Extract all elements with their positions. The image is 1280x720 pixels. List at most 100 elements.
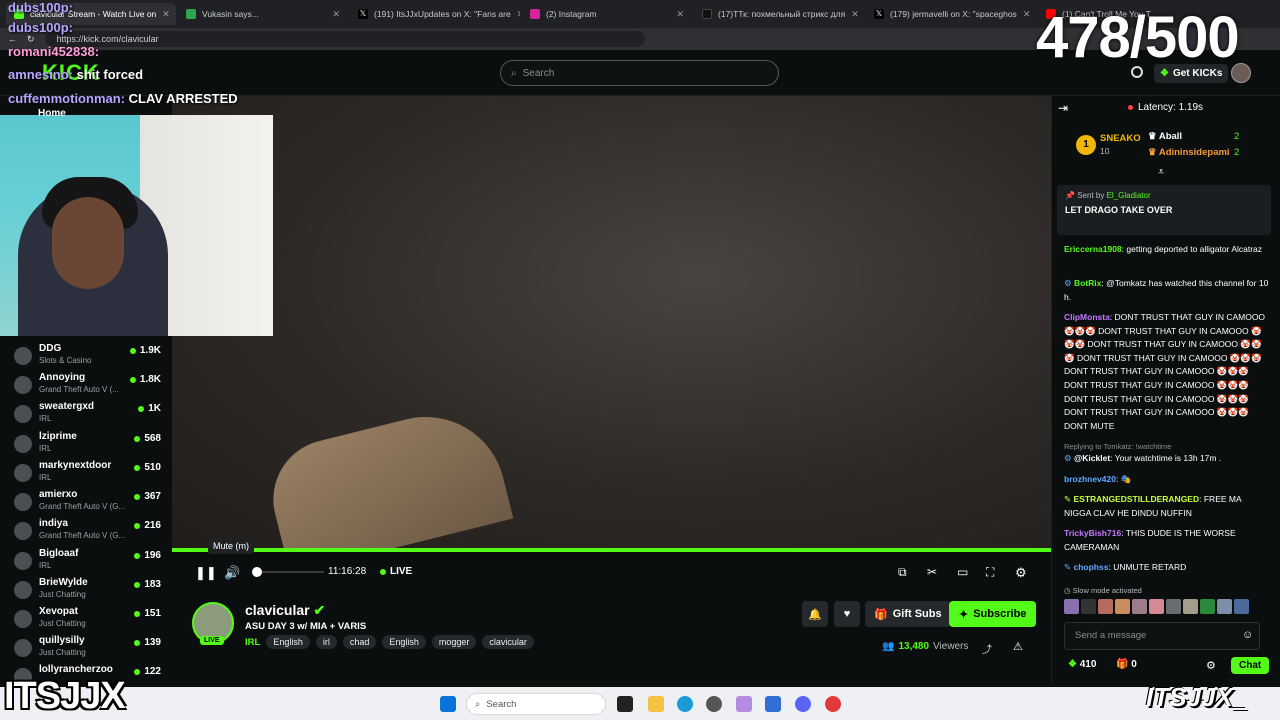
leaderboard-second[interactable]: ♛ Aball <box>1148 131 1182 142</box>
nav-home[interactable]: Home <box>38 108 66 119</box>
leaderboard-third[interactable]: ♛ Adininsidepami <box>1148 147 1230 158</box>
channel-row[interactable]: lziprime IRL 568 <box>0 429 172 458</box>
close-icon[interactable]: ✕ <box>162 9 170 20</box>
miniplayer-icon[interactable]: ⧉ <box>898 565 907 580</box>
emote-icon[interactable] <box>1234 599 1249 614</box>
volume-knob[interactable] <box>252 567 263 577</box>
channel-viewers: 196 <box>134 550 161 561</box>
chat-username[interactable]: @Kicklet <box>1074 453 1110 463</box>
search-input[interactable]: ⌕ Search <box>500 60 779 86</box>
channel-row[interactable]: Xevopat Just Chatting 151 <box>0 604 172 633</box>
channel-row[interactable]: markynextdoor IRL 510 <box>0 458 172 487</box>
channel-row[interactable]: sweatergxd IRL 1K <box>0 399 172 428</box>
streamer-name[interactable]: clavicular ✔ <box>245 602 325 619</box>
reload-icon[interactable]: ↻ <box>27 34 35 45</box>
sent-by-label: Sent by <box>1077 191 1105 200</box>
tab-3[interactable]: (2) Instagram ✕ <box>522 3 692 25</box>
channel-category: Just Chatting <box>39 648 86 657</box>
tab-4[interactable]: (17)ТТк: похмельный стрикс для ✕ <box>694 3 864 25</box>
instagram-icon <box>530 9 540 19</box>
volume-slider[interactable] <box>252 571 324 573</box>
chat-username[interactable]: ESTRANGEDSTILLDERANGED <box>1074 494 1200 504</box>
close-icon[interactable]: ✕ <box>851 9 859 20</box>
emote-icon[interactable] <box>1098 599 1113 614</box>
settings-icon[interactable]: ⚙ <box>1015 565 1027 581</box>
emote-icon[interactable] <box>1183 599 1198 614</box>
emote-icon[interactable] <box>1064 599 1079 614</box>
chat-send-button[interactable]: Chat <box>1231 657 1270 674</box>
chat-username[interactable]: BotRix <box>1074 278 1101 288</box>
emote-icon[interactable] <box>1081 599 1096 614</box>
emoji-icon[interactable]: ☺ <box>1242 629 1253 641</box>
subscribe-button[interactable]: ✦ Subscribe <box>949 601 1037 627</box>
chat-username[interactable]: brozhnev420 <box>1064 474 1116 484</box>
channel-row[interactable]: indiya Grand Theft Auto V (G... 216 <box>0 516 172 545</box>
back-icon[interactable]: ← <box>8 34 17 44</box>
chrome-icon[interactable] <box>825 696 841 712</box>
gifts-balance[interactable]: 🎁 0 <box>1116 659 1137 670</box>
url-field[interactable]: https://kick.com/clavicular <box>44 31 645 47</box>
channel-viewers: 510 <box>134 462 161 473</box>
close-icon[interactable]: ✕ <box>517 9 520 20</box>
app-icon[interactable] <box>736 696 752 712</box>
collapse-chat-icon[interactable]: ⇥ <box>1058 101 1068 115</box>
tag[interactable]: chad <box>342 635 377 649</box>
app-icon[interactable] <box>706 696 722 712</box>
edge-icon[interactable] <box>677 696 693 712</box>
chat-username[interactable]: chophss <box>1074 562 1109 572</box>
pause-icon[interactable]: ❚❚ <box>195 565 217 581</box>
leaderboard-first[interactable]: SNEAKO <box>1100 133 1141 144</box>
chat-username[interactable]: Ericcerna1908 <box>1064 244 1122 254</box>
tag[interactable]: irl <box>315 635 337 649</box>
tag[interactable]: mogger <box>431 635 477 649</box>
tab-5[interactable]: 𝕏 (179) jermavelli on X: "spaceghos ✕ <box>866 3 1036 25</box>
file-explorer-icon[interactable] <box>648 696 664 712</box>
windows-start-icon[interactable] <box>440 696 456 712</box>
channel-row[interactable]: DDG Slots & Casino 1.9K <box>0 341 172 370</box>
tab-label: Vukasin says... <box>202 9 259 19</box>
chat-input[interactable]: Send a message <box>1064 622 1260 650</box>
emote-icon[interactable] <box>1200 599 1215 614</box>
close-icon[interactable]: ✕ <box>676 9 684 20</box>
taskbar-search[interactable]: ⌕ Search <box>466 693 606 715</box>
theatre-mode-icon[interactable]: ▭ <box>957 565 968 579</box>
tag[interactable]: clavicular <box>482 635 534 649</box>
task-view-icon[interactable] <box>617 696 633 712</box>
emote-icon[interactable] <box>1166 599 1181 614</box>
tag[interactable]: English <box>266 635 310 649</box>
gift-subs-button[interactable]: 🎁 Gift Subs <box>865 601 951 627</box>
pinned-message[interactable]: 📌 Sent by El_Gladiator LET DRAGO TAKE OV… <box>1057 185 1271 235</box>
close-icon[interactable]: ✕ <box>332 9 340 20</box>
channel-row[interactable]: quillysilly Just Chatting 139 <box>0 633 172 662</box>
emote-icon[interactable] <box>1132 599 1147 614</box>
category-link[interactable]: IRL <box>245 637 260 648</box>
fullscreen-icon[interactable]: ⛶ <box>986 565 994 580</box>
emote-icon[interactable] <box>1217 599 1232 614</box>
close-icon[interactable]: ✕ <box>1023 9 1031 20</box>
follow-button[interactable]: ♥ <box>834 601 860 627</box>
channel-row[interactable]: BrieWylde Just Chatting 183 <box>0 575 172 604</box>
live-dot <box>129 376 136 383</box>
channel-row[interactable]: Annoying Grand Theft Auto V (... 1.8K <box>0 370 172 399</box>
channel-row[interactable]: Bigloaaf IRL 196 <box>0 546 172 575</box>
volume-icon[interactable]: 🔊 <box>224 565 240 581</box>
emote-icon[interactable] <box>1115 599 1130 614</box>
notification-bell-button[interactable]: 🔔 <box>802 601 828 627</box>
chat-username[interactable]: TrickyBish716 <box>1064 528 1121 538</box>
share-icon[interactable]: ⤴ <box>982 641 992 656</box>
tab-2[interactable]: 𝕏 (191) ItsJJxUpdates on X: "Fans are ✕ <box>350 3 520 25</box>
channel-row[interactable]: amierxo Grand Theft Auto V (G... 367 <box>0 487 172 516</box>
video-player[interactable] <box>172 96 1051 575</box>
channel-category: IRL <box>39 473 52 482</box>
report-icon[interactable]: ⚠ <box>1013 640 1023 653</box>
store-icon[interactable] <box>765 696 781 712</box>
discord-icon[interactable] <box>795 696 811 712</box>
kicks-balance[interactable]: ❖ 410 <box>1068 659 1096 670</box>
emote-icon[interactable] <box>1149 599 1164 614</box>
expand-leaderboard-icon[interactable]: ⩡ <box>1158 166 1164 179</box>
tag[interactable]: English <box>382 635 426 649</box>
tab-1[interactable]: Vukasin says... ✕ <box>178 3 348 25</box>
clip-icon[interactable]: ✂ <box>927 565 937 579</box>
chat-settings-icon[interactable]: ⚙ <box>1206 659 1216 672</box>
chat-username[interactable]: ClipMonsta <box>1064 312 1110 322</box>
